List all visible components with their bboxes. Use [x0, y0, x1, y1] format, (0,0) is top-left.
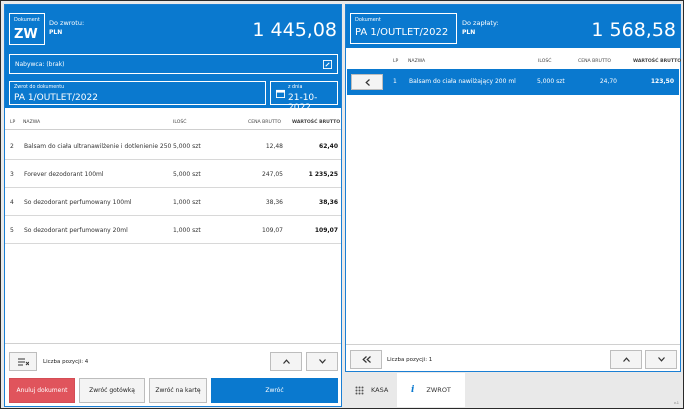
- chevron-down-icon: [657, 357, 665, 362]
- source-document-panel: Dokument PA 1/OUTLET/2022 Do zapłaty: PL…: [345, 4, 681, 372]
- tab-zwrot[interactable]: i ZWROT: [397, 373, 465, 407]
- row-price: 12,48: [265, 143, 283, 150]
- source-item-count: Liczba pozycji: 1: [387, 357, 433, 363]
- date-field[interactable]: z dnia 21-10-2022: [270, 81, 338, 113]
- return-cash-button[interactable]: Zwróć gotówką: [79, 378, 145, 403]
- double-chevron-left-icon: [361, 356, 371, 363]
- return-card-button[interactable]: Zwróć na kartę: [149, 378, 207, 403]
- row-value: 123,50: [650, 78, 674, 85]
- col-value: WARTOŚĆ BRUTTO: [633, 59, 682, 64]
- keypad-icon: [355, 386, 364, 394]
- calendar-icon: [275, 88, 285, 98]
- row-name: Balsam do ciała nawilżający 200 ml: [409, 78, 516, 85]
- row-name: Forever dezodorant 100ml: [24, 171, 104, 178]
- col-name: NAZWA: [23, 120, 41, 125]
- edit-icon[interactable]: [322, 59, 333, 70]
- table-header: LP NAZWA ILOŚĆ CENA BRUTTO WARTOŚĆ BRUTT…: [5, 116, 341, 130]
- tab-zwrot-label: ZWROT: [426, 386, 451, 394]
- left-footer: Liczba pozycji: 4 Anuluj dokument Zwróć …: [5, 343, 341, 406]
- col-value: WARTOŚĆ BRUTTO: [292, 120, 341, 125]
- chevron-down-icon: [318, 359, 326, 364]
- tab-kasa-label: KASA: [371, 386, 389, 394]
- scroll-down-button[interactable]: [306, 352, 338, 371]
- source-header: Dokument PA 1/OUTLET/2022 Do zapłaty: PL…: [346, 5, 680, 48]
- return-header: Dokument ZW Do zwrotu: PLN 1 445,08 Naby…: [5, 5, 341, 113]
- row-qty: 1,000 szt: [173, 227, 201, 234]
- app-window: Dokument ZW Do zwrotu: PLN 1 445,08 Naby…: [0, 0, 684, 409]
- source-currency: PLN: [462, 29, 476, 36]
- version-label: v.1: [673, 401, 679, 405]
- return-document-panel: Dokument ZW Do zwrotu: PLN 1 445,08 Naby…: [4, 4, 342, 407]
- pay-amount: 1 568,58: [591, 19, 676, 41]
- source-document-number: PA 1/OUTLET/2022: [355, 27, 449, 38]
- source-scroll-up-button[interactable]: [610, 350, 642, 369]
- document-type: ZW: [14, 27, 38, 42]
- table-row[interactable]: 2 Balsam do ciała ultranawilżenie i dotl…: [5, 132, 341, 160]
- row-price: 38,36: [265, 199, 283, 206]
- buyer-field[interactable]: Nabywca: (brak): [9, 54, 338, 74]
- row-price: 24,70: [599, 78, 617, 85]
- row-value: 62,40: [319, 143, 338, 150]
- row-price: 247,05: [262, 171, 283, 178]
- return-document-field[interactable]: Zwrot do dokumentu PA 1/OUTLET/2022: [9, 81, 266, 105]
- move-all-back-button[interactable]: [350, 350, 382, 369]
- pay-amount-label: Do zapłaty:: [462, 19, 499, 27]
- row-name: So dezodorant perfumowany 20ml: [24, 227, 128, 234]
- return-document-number: PA 1/OUTLET/2022: [14, 93, 98, 103]
- row-name: Balsam do ciała ultranawilżenie i dotlen…: [24, 143, 172, 150]
- source-document-box[interactable]: Dokument PA 1/OUTLET/2022: [350, 13, 457, 44]
- col-qty: ILOŚĆ: [173, 120, 187, 125]
- table-row[interactable]: 5 So dezodorant perfumowany 20ml 1,000 s…: [5, 216, 341, 244]
- col-price: CENA BRUTTO: [248, 120, 282, 125]
- source-document-label: Dokument: [355, 17, 381, 23]
- chevron-left-icon: [364, 78, 370, 86]
- table-row[interactable]: 3 Forever dezodorant 100ml 5,000 szt 247…: [5, 160, 341, 188]
- table-row[interactable]: 4 So dezodorant perfumowany 100ml 1,000 …: [5, 188, 341, 216]
- document-label: Dokument: [14, 17, 40, 23]
- cancel-document-button[interactable]: Anuluj dokument: [9, 378, 75, 403]
- chevron-up-icon: [622, 357, 630, 362]
- row-qty: 5,000 szt: [537, 78, 565, 85]
- currency: PLN: [49, 29, 63, 36]
- chevron-up-icon: [282, 359, 290, 364]
- tab-kasa[interactable]: KASA: [345, 373, 397, 407]
- clear-list-icon: [17, 358, 29, 365]
- return-document-label: Zwrot do dokumentu: [14, 85, 65, 90]
- col-price: CENA BRUTTO: [578, 59, 612, 64]
- buyer-text: Nabywca: (brak): [15, 61, 65, 68]
- row-value: 1 235,25: [308, 171, 338, 178]
- row-lp: 3: [10, 171, 14, 178]
- row-qty: 1,000 szt: [173, 199, 201, 206]
- col-name: NAZWA: [408, 59, 426, 64]
- row-lp: 4: [10, 199, 14, 206]
- table-row-selected[interactable]: 1 Balsam do ciała nawilżający 200 ml 5,0…: [347, 69, 679, 95]
- row-value: 109,07: [314, 227, 338, 234]
- col-qty: ILOŚĆ: [538, 59, 552, 64]
- right-footer: Liczba pozycji: 1: [346, 344, 680, 372]
- return-button[interactable]: Zwróć: [211, 378, 338, 403]
- return-amount: 1 445,08: [252, 19, 337, 41]
- source-table-header: LP NAZWA ILOŚĆ CENA BRUTTO WARTOŚĆ BRUTT…: [346, 56, 682, 68]
- move-back-button[interactable]: [351, 74, 383, 90]
- row-qty: 5,000 szt: [173, 143, 201, 150]
- row-lp: 2: [10, 143, 14, 150]
- info-icon: i: [411, 385, 415, 395]
- source-scroll-down-button[interactable]: [645, 350, 677, 369]
- row-value: 38,36: [319, 199, 338, 206]
- clear-list-button[interactable]: [9, 352, 37, 371]
- document-type-box[interactable]: Dokument ZW: [9, 13, 45, 45]
- col-lp: LP: [10, 120, 16, 125]
- col-lp: LP: [393, 59, 399, 64]
- row-lp: 5: [10, 227, 14, 234]
- date-value: 21-10-2022: [288, 93, 318, 113]
- date-label: z dnia: [288, 85, 303, 90]
- row-name: So dezodorant perfumowany 100ml: [24, 199, 132, 206]
- item-count: Liczba pozycji: 4: [43, 359, 89, 365]
- row-lp: 1: [393, 78, 397, 85]
- row-qty: 5,000 szt: [173, 171, 201, 178]
- scroll-up-button[interactable]: [270, 352, 302, 371]
- amount-label: Do zwrotu:: [49, 19, 85, 27]
- row-price: 109,07: [262, 227, 283, 234]
